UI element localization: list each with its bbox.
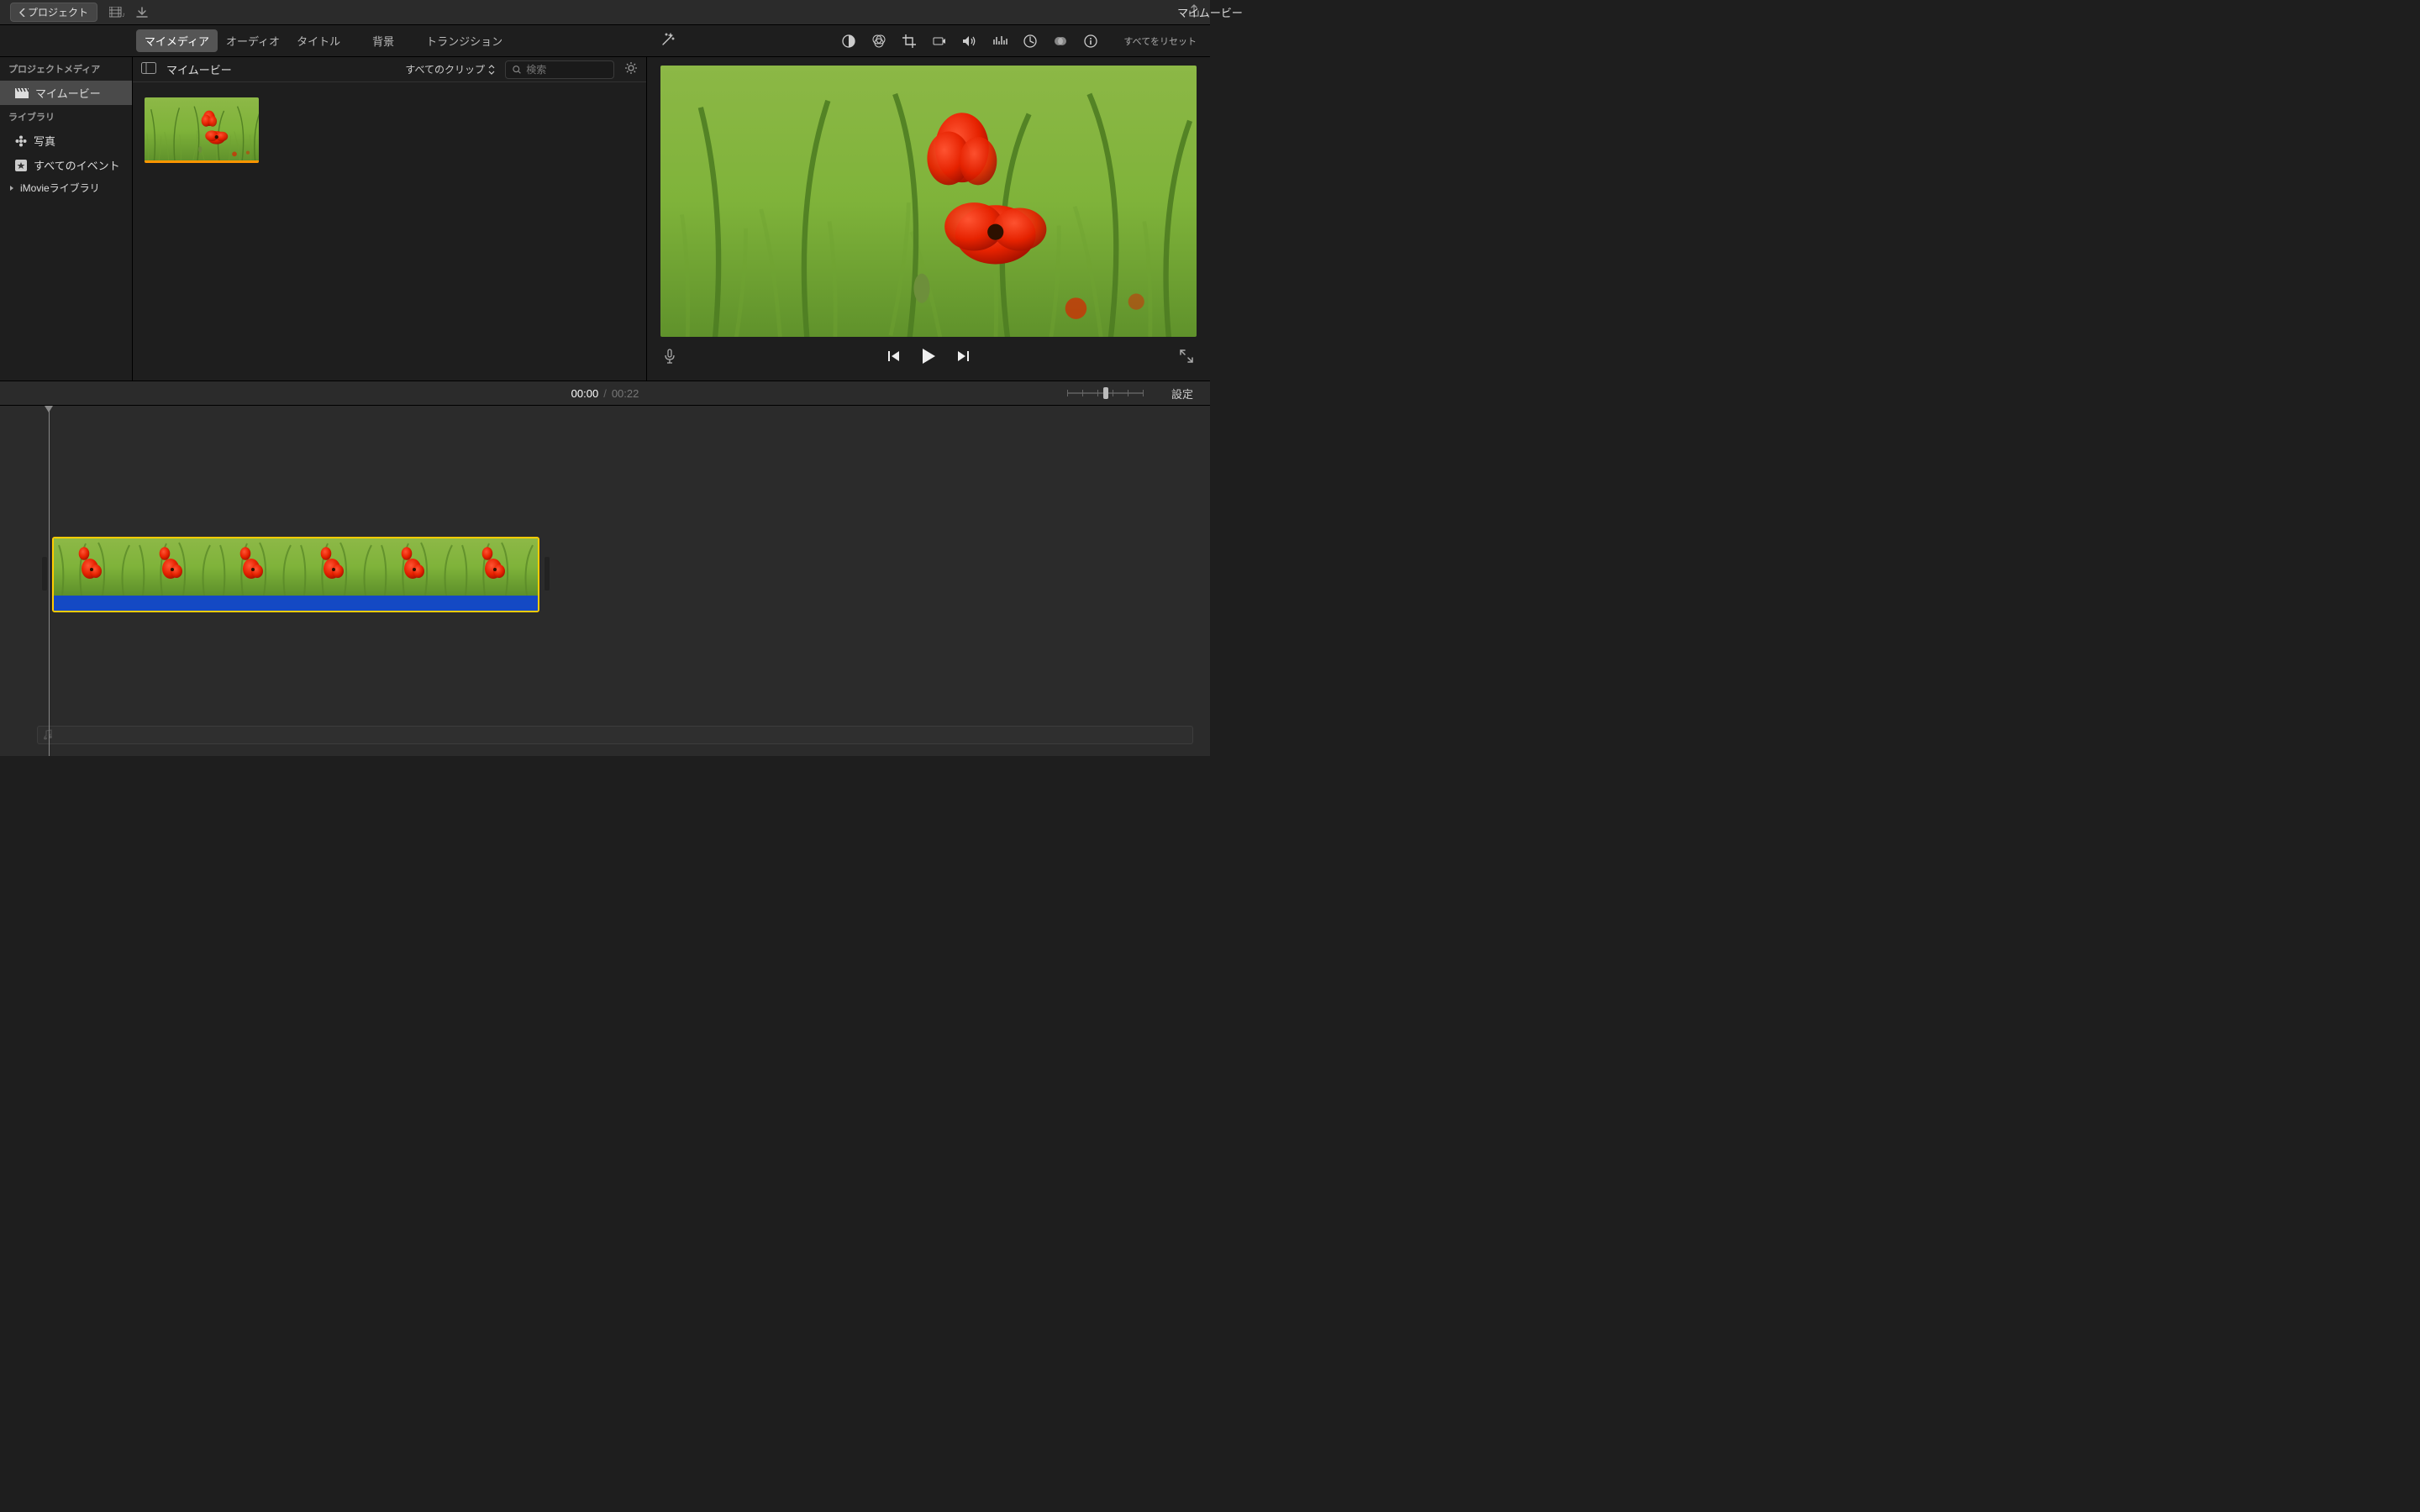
time-current: 00:00 [571, 387, 599, 400]
media-browser: マイムービー すべてのクリップ [133, 57, 647, 381]
time-display: 00:00 / 00:22 [571, 387, 639, 400]
sidebar-all-events-label: すべてのイベント [34, 157, 120, 173]
clips-filter-dropdown[interactable]: すべてのクリップ [405, 62, 495, 76]
noise-reduction-icon[interactable] [992, 34, 1007, 49]
media-library-icon[interactable]: ♪ [109, 7, 124, 18]
magic-wand-icon[interactable] [660, 32, 676, 50]
disclosure-triangle-icon [8, 184, 15, 192]
titlebar: プロジェクト ♪ マイムービー [0, 0, 1210, 25]
tab-titles[interactable]: タイトル [288, 29, 349, 52]
updown-icon [488, 65, 495, 75]
tab-audio[interactable]: オーディオ [218, 29, 288, 52]
media-header: マイムービー すべてのクリップ [133, 57, 646, 82]
settings-gear-icon[interactable] [624, 61, 638, 77]
color-correction-icon[interactable] [871, 34, 886, 49]
zoom-slider[interactable] [1067, 386, 1143, 400]
background-music-well[interactable] [37, 726, 1193, 744]
music-note-icon [43, 729, 53, 741]
clip-audio-track[interactable] [54, 596, 538, 612]
sidebar-imovie-library-label: iMovieライブラリ [20, 181, 100, 195]
flower-icon [15, 135, 27, 147]
voiceover-icon[interactable] [664, 349, 676, 366]
sidebar-photos-label: 写真 [34, 133, 55, 149]
timeline-settings-button[interactable]: 設定 [1171, 386, 1193, 402]
clip-filter-icon[interactable] [1053, 34, 1068, 49]
timeline-header: 00:00 / 00:22 設定 [0, 381, 1210, 406]
search-input[interactable] [526, 64, 607, 76]
clip-trim-handle-left[interactable] [42, 557, 47, 591]
playback-controls [660, 342, 1197, 372]
media-project-name: マイムービー [166, 61, 232, 77]
play-button[interactable] [921, 348, 936, 367]
clip-filmstrip [54, 538, 538, 596]
viewer [647, 57, 1210, 381]
timeline-clip[interactable] [52, 537, 539, 612]
volume-icon[interactable] [962, 34, 977, 49]
viewer-canvas[interactable] [660, 66, 1197, 337]
sidebar-header-library: ライブラリ [0, 105, 132, 129]
tab-my-media[interactable]: マイメディア [136, 29, 218, 52]
project-title: マイムービー [1177, 4, 1243, 20]
fullscreen-icon[interactable] [1180, 349, 1193, 365]
color-balance-icon[interactable] [841, 34, 856, 49]
time-total: 00:22 [612, 387, 639, 400]
crop-icon[interactable] [902, 34, 917, 49]
sidebar: プロジェクトメディア マイムービー ライブラリ 写真 すべてのイベント iMov… [0, 57, 133, 381]
timeline[interactable] [0, 406, 1210, 756]
time-separator: / [603, 387, 607, 400]
clip-trim-handle-right[interactable] [544, 557, 550, 591]
sidebar-item-all-events[interactable]: すべてのイベント [0, 153, 132, 177]
next-frame-button[interactable] [956, 350, 970, 365]
prev-frame-button[interactable] [887, 350, 901, 365]
reset-all-button[interactable]: すべてをリセット [1123, 34, 1197, 48]
clapperboard-icon [15, 88, 29, 98]
info-icon[interactable] [1083, 34, 1098, 49]
zoom-thumb[interactable] [1103, 387, 1108, 399]
search-box[interactable] [505, 60, 614, 79]
clips-filter-label: すべてのクリップ [405, 62, 485, 76]
sidebar-item-photos[interactable]: 写真 [0, 129, 132, 153]
sidebar-toggle-icon[interactable] [141, 62, 156, 76]
star-icon [15, 160, 27, 171]
speed-icon[interactable] [1023, 34, 1038, 49]
search-icon [513, 65, 521, 75]
tab-backgrounds[interactable]: 背景 [364, 29, 402, 52]
sidebar-item-imovie-library[interactable]: iMovieライブラリ [0, 177, 132, 198]
sidebar-header-project-media: プロジェクトメディア [0, 57, 132, 81]
stabilization-icon[interactable] [932, 34, 947, 49]
back-label: プロジェクト [28, 5, 88, 19]
tabbar: マイメディア オーディオ タイトル 背景 トランジション すべてをリセット [0, 25, 1210, 57]
sidebar-item-project[interactable]: マイムービー [0, 81, 132, 105]
media-clip-thumbnail[interactable] [145, 97, 259, 163]
svg-text:♪: ♪ [122, 11, 124, 18]
tab-transitions[interactable]: トランジション [418, 29, 511, 52]
thumb-used-indicator [145, 160, 259, 163]
sidebar-project-label: マイムービー [35, 85, 101, 101]
import-icon[interactable] [136, 7, 148, 18]
back-to-projects-button[interactable]: プロジェクト [10, 3, 97, 22]
playhead[interactable] [49, 406, 50, 756]
